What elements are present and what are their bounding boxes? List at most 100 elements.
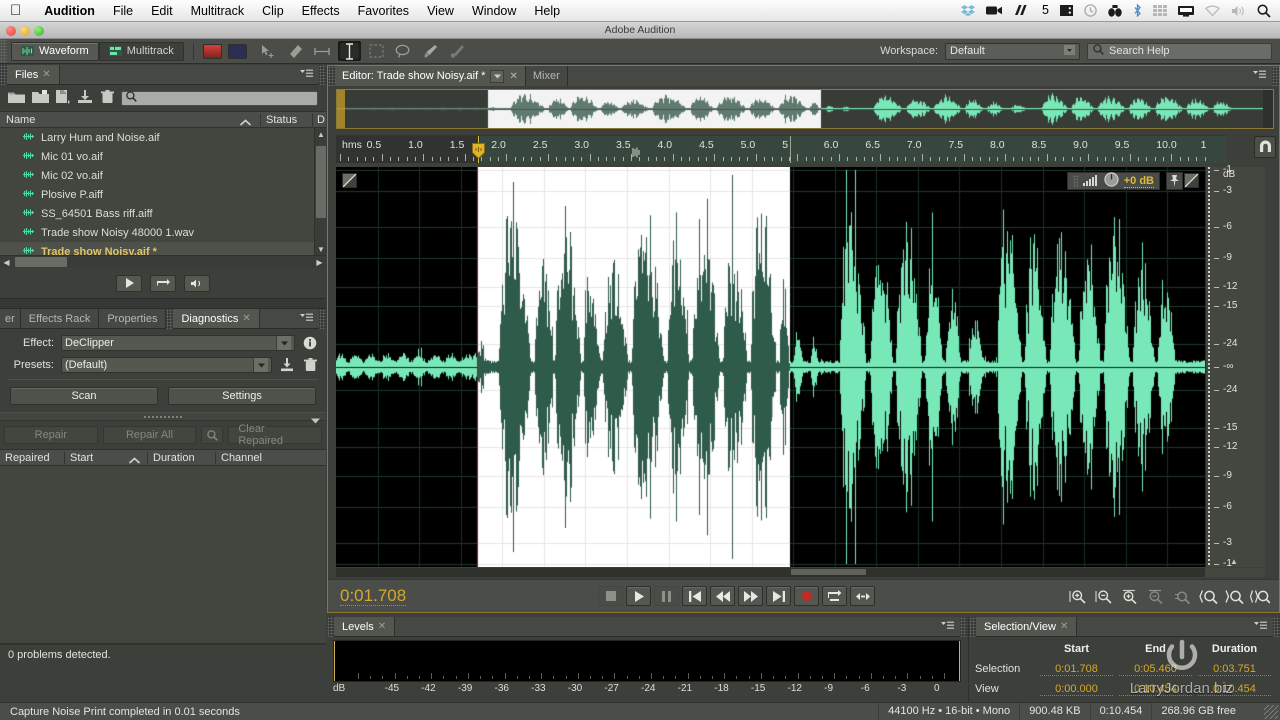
files-list-horizontal-scrollbar[interactable]: ◀ ▶ bbox=[0, 255, 326, 268]
bluetooth-icon[interactable] bbox=[1133, 4, 1142, 17]
tab-effects-rack[interactable]: Effects Rack bbox=[20, 309, 100, 328]
move-tool-icon[interactable] bbox=[257, 41, 280, 61]
scan-button[interactable]: Scan bbox=[10, 387, 158, 405]
column-header-duration[interactable]: D bbox=[312, 113, 326, 126]
channel-select-bottom-button[interactable] bbox=[1184, 173, 1199, 188]
presets-select[interactable]: (Default) bbox=[61, 357, 272, 373]
menu-item-window[interactable]: Window bbox=[463, 0, 525, 22]
status-free-space[interactable]: 268.96 GB free bbox=[1151, 703, 1245, 720]
tab-diagnostics[interactable]: Diagnostics ✕ bbox=[173, 309, 260, 328]
loop-playback-button[interactable] bbox=[822, 586, 848, 606]
grid-icon[interactable] bbox=[1153, 5, 1167, 16]
display-icon[interactable] bbox=[1178, 5, 1194, 17]
column-header-duration[interactable]: Duration bbox=[147, 451, 215, 464]
close-icon[interactable]: ✕ bbox=[42, 69, 50, 80]
delete-icon[interactable] bbox=[101, 89, 114, 107]
auto-play-button[interactable] bbox=[184, 274, 210, 292]
zoom-in-time-button[interactable] bbox=[1119, 586, 1141, 606]
multitrack-mode-button[interactable]: Multitrack bbox=[98, 41, 184, 61]
workspace-select[interactable]: Default bbox=[945, 42, 1080, 60]
collapse-triangle-icon[interactable] bbox=[311, 415, 320, 427]
gain-grip[interactable] bbox=[1072, 174, 1078, 188]
zoom-to-selection-out-button[interactable] bbox=[1223, 586, 1245, 606]
marquee-select-tool-icon[interactable] bbox=[365, 41, 388, 61]
close-icon[interactable]: ✕ bbox=[1060, 621, 1068, 632]
level-meter[interactable] bbox=[333, 640, 961, 682]
db-scale-scroll-up-icon[interactable]: ▲ bbox=[1230, 557, 1238, 566]
minimize-window-button[interactable] bbox=[20, 26, 30, 36]
overview-selection-handle[interactable] bbox=[337, 90, 345, 128]
settings-button[interactable]: Settings bbox=[168, 387, 316, 405]
list-item[interactable]: Mic 02 vo.aif bbox=[0, 166, 326, 185]
wifi-icon[interactable] bbox=[1205, 5, 1220, 16]
tab-partial[interactable]: er bbox=[0, 309, 21, 328]
status-sample-rate[interactable]: 44100 Hz • 16-bit • Mono bbox=[878, 703, 1019, 720]
rewind-button[interactable] bbox=[710, 586, 736, 606]
toolbar-grip[interactable] bbox=[0, 39, 7, 63]
close-icon[interactable]: ✕ bbox=[378, 621, 386, 632]
column-header-repaired[interactable]: Repaired bbox=[0, 452, 64, 464]
panel-menu-icon[interactable] bbox=[941, 621, 954, 633]
spectral-pan-display-button[interactable] bbox=[227, 43, 247, 59]
editor-grip-right[interactable] bbox=[1272, 66, 1279, 86]
spectral-frequency-display-button[interactable] bbox=[202, 43, 222, 59]
repair-all-button[interactable]: Repair All bbox=[102, 426, 197, 444]
menu-item-multitrack[interactable]: Multitrack bbox=[182, 0, 253, 22]
waveform-overview[interactable] bbox=[336, 89, 1274, 129]
selection-start-value[interactable]: 0:01.708 bbox=[1040, 663, 1113, 676]
files-search-input[interactable] bbox=[121, 90, 318, 106]
spot-healing-brush-tool-icon[interactable] bbox=[446, 41, 469, 61]
play-button[interactable] bbox=[116, 274, 142, 292]
menu-item-effects[interactable]: Effects bbox=[293, 0, 349, 22]
find-repair-button[interactable] bbox=[201, 426, 224, 444]
editor-grip[interactable] bbox=[328, 66, 335, 86]
selection-start-marker[interactable] bbox=[471, 143, 485, 160]
list-item[interactable]: Trade show Noisy 48000 1.wav bbox=[0, 223, 326, 242]
clear-repaired-button[interactable]: Clear Repaired bbox=[228, 423, 323, 447]
open-file-icon[interactable] bbox=[8, 90, 25, 107]
current-time-display[interactable]: 0:01.708 bbox=[340, 586, 407, 606]
export-icon[interactable] bbox=[78, 89, 94, 107]
scroll-up-icon[interactable]: ▲ bbox=[315, 128, 326, 140]
diagnostics-table-body[interactable] bbox=[0, 466, 326, 644]
list-item[interactable]: Mic 01 vo.aif bbox=[0, 147, 326, 166]
column-header-start[interactable]: Start bbox=[64, 451, 147, 464]
pause-button[interactable] bbox=[654, 586, 680, 606]
info-icon[interactable] bbox=[302, 335, 318, 351]
play-button[interactable] bbox=[626, 586, 652, 606]
scrollbar-thumb[interactable] bbox=[791, 569, 866, 575]
zoom-out-full-button[interactable] bbox=[1171, 586, 1193, 606]
column-header-channel[interactable]: Channel bbox=[215, 451, 326, 464]
files-panel-grip[interactable] bbox=[0, 65, 7, 85]
waveform-horizontal-scrollbar[interactable] bbox=[336, 568, 1205, 577]
scroll-right-icon[interactable]: ▶ bbox=[313, 256, 326, 269]
lasso-select-tool-icon[interactable] bbox=[392, 41, 415, 61]
skip-to-start-button[interactable] bbox=[682, 586, 708, 606]
view-duration-value[interactable]: 0:10.454 bbox=[1198, 683, 1271, 696]
gain-knob-icon[interactable] bbox=[1104, 172, 1119, 190]
zoom-window-button[interactable] bbox=[34, 26, 44, 36]
tab-selection-view[interactable]: Selection/View ✕ bbox=[976, 617, 1078, 636]
scroll-down-icon[interactable]: ▼ bbox=[315, 243, 326, 255]
menu-item-help[interactable]: Help bbox=[525, 0, 569, 22]
list-item[interactable]: Plosive P.aiff bbox=[0, 185, 326, 204]
close-icon[interactable]: ✕ bbox=[509, 71, 517, 82]
amplitude-db-scale[interactable]: -1 -3 -6 -9 -12 -15 -24 -∞ -24 -15 -12 -9 -6 -3 -1 dB ▲ bbox=[1205, 164, 1265, 569]
zoom-to-selection-button[interactable] bbox=[1249, 586, 1271, 606]
spotlight-search-icon[interactable] bbox=[1108, 4, 1122, 17]
timeline-ruler[interactable]: hms 0.5 1.0 1.5 2.0 2.5 3.0 3.5 4.0 4.5 5.0 5 6.0 6.5… bbox=[336, 135, 1226, 163]
zoom-to-selection-in-button[interactable] bbox=[1197, 586, 1219, 606]
slip-tool-icon[interactable] bbox=[284, 41, 307, 61]
tab-files[interactable]: Files ✕ bbox=[7, 65, 60, 84]
view-start-value[interactable]: 0:00.000 bbox=[1040, 683, 1113, 696]
close-icon[interactable]: ✕ bbox=[242, 313, 250, 324]
chevron-down-icon[interactable] bbox=[490, 69, 505, 83]
diagnostics-tab-grip[interactable] bbox=[166, 309, 174, 329]
zoom-out-amplitude-button[interactable] bbox=[1093, 586, 1115, 606]
menu-item-view[interactable]: View bbox=[418, 0, 463, 22]
zoom-out-time-button[interactable] bbox=[1145, 586, 1167, 606]
new-file-icon[interactable] bbox=[56, 89, 71, 107]
files-list-vertical-scrollbar[interactable]: ▲ ▼ bbox=[314, 128, 326, 255]
tab-properties[interactable]: Properties bbox=[99, 309, 167, 328]
panel-menu-icon[interactable] bbox=[300, 69, 313, 81]
